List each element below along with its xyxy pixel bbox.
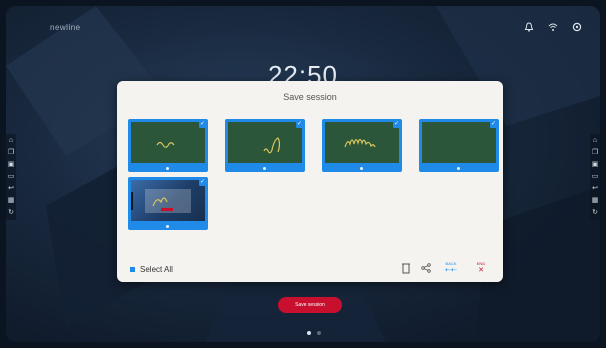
screenshot-preview — [131, 180, 205, 221]
screen-icon[interactable]: ▣ — [6, 161, 16, 169]
page-dot[interactable] — [317, 331, 321, 335]
whiteboard-preview — [325, 122, 399, 163]
right-toolbar: ⌂ ❐ ▣ ▭ ↩ ▦ ↻ — [590, 134, 600, 220]
end-button[interactable]: END ✕ — [471, 261, 491, 275]
home-icon[interactable]: ⌂ — [590, 137, 600, 145]
session-thumbnail[interactable]: ✓ — [322, 119, 402, 172]
checkbox-checked-icon[interactable]: ✓ — [490, 121, 497, 128]
share-icon — [421, 263, 431, 273]
trash-icon — [402, 263, 410, 274]
checkbox-checked-icon[interactable]: ✓ — [393, 121, 400, 128]
session-thumbnail[interactable]: ✓ — [128, 119, 208, 172]
save-session-dialog: Save session ✓ ✓ ✓ ✓ ✓ Select All BACK ⇠… — [117, 81, 503, 282]
dialog-actions: BACK ⇠⇠ END ✕ — [401, 261, 491, 275]
refresh-icon[interactable]: ↻ — [6, 209, 16, 217]
close-icon: ✕ — [478, 267, 484, 274]
delete-button[interactable] — [401, 261, 411, 275]
checkbox-checked-icon[interactable]: ✓ — [296, 121, 303, 128]
screen-icon[interactable]: ▣ — [590, 161, 600, 169]
whiteboard-preview — [422, 122, 496, 163]
refresh-icon[interactable]: ↻ — [590, 209, 600, 217]
whiteboard-preview — [131, 122, 205, 163]
page-indicator — [307, 331, 321, 335]
dialog-title: Save session — [283, 92, 337, 102]
monitor-icon[interactable]: ▭ — [590, 173, 600, 181]
apps-icon[interactable]: ▦ — [6, 197, 16, 205]
page-dot — [166, 225, 169, 228]
session-thumbnail[interactable]: ✓ — [419, 119, 499, 172]
whiteboard-preview — [228, 122, 302, 163]
checkbox-checked-icon[interactable]: ✓ — [199, 121, 206, 128]
wifi-icon[interactable] — [548, 22, 558, 32]
session-thumbnail[interactable]: ✓ — [128, 177, 208, 230]
checkbox-icon — [130, 267, 135, 272]
left-toolbar: ⌂ ❐ ▣ ▭ ↩ ▦ ↻ — [6, 134, 16, 220]
back-label: BACK — [445, 261, 457, 266]
page-dot[interactable] — [307, 331, 311, 335]
bell-icon[interactable] — [524, 22, 534, 32]
select-all-label: Select All — [140, 265, 173, 274]
apps-icon[interactable]: ▦ — [590, 197, 600, 205]
page-dot — [360, 167, 363, 170]
save-session-button[interactable]: Save session — [278, 297, 342, 313]
share-button[interactable] — [421, 261, 431, 275]
settings-icon[interactable] — [572, 22, 582, 32]
select-all-checkbox[interactable]: Select All — [130, 265, 173, 274]
monitor-icon[interactable]: ▭ — [6, 173, 16, 181]
back-icon[interactable]: ↩ — [590, 185, 600, 193]
session-thumbnail[interactable]: ✓ — [225, 119, 305, 172]
checkbox-checked-icon[interactable]: ✓ — [199, 179, 206, 186]
page-dot — [457, 167, 460, 170]
page-dot — [263, 167, 266, 170]
copy-icon[interactable]: ❐ — [590, 149, 600, 157]
back-icon[interactable]: ↩ — [6, 185, 16, 193]
brand-logo: newline — [50, 23, 81, 32]
page-dot — [166, 167, 169, 170]
back-button[interactable]: BACK ⇠⇠ — [441, 261, 461, 275]
copy-icon[interactable]: ❐ — [6, 149, 16, 157]
back-arrows-icon: ⇠⇠ — [445, 267, 457, 274]
end-label: END — [476, 261, 486, 266]
home-icon[interactable]: ⌂ — [6, 137, 16, 145]
